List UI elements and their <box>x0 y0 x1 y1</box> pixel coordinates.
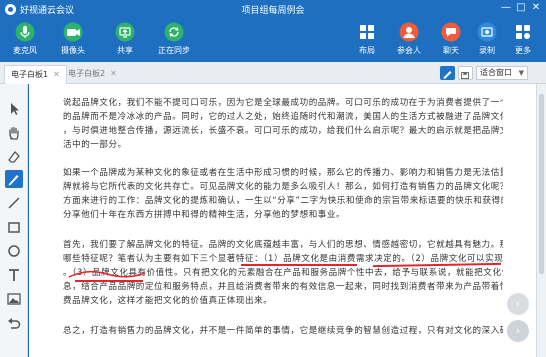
title-bar: 好视通云会议 项目组每周例会 — □ ✕ <box>0 0 546 18</box>
image-icon <box>7 293 21 305</box>
microphone-button[interactable]: 麦克风 <box>6 22 44 56</box>
undo-icon <box>8 318 21 329</box>
microphone-label: 麦克风 <box>13 46 37 55</box>
hand-icon <box>9 126 19 140</box>
pen-annotation-curve <box>68 270 146 278</box>
meeting-window: 好视通云会议 项目组每周例会 — □ ✕ 麦克风 摄像头 共享 正在同步 布局 … <box>0 0 546 357</box>
pen-icon <box>8 175 19 186</box>
sync-label: 正在同步 <box>158 46 190 55</box>
image-tool[interactable] <box>5 290 23 308</box>
text-line: 首先，我们要了解品牌文化的特征。品牌的文化底蕴越丰富，与人们的思想、情感越密切，… <box>63 240 503 250</box>
microphone-icon <box>15 22 35 42</box>
tab-whiteboard-1[interactable]: 电子白板1 ✕ <box>4 65 67 84</box>
view-tools: 适合窗口 ▼ <box>440 66 544 80</box>
record-button[interactable]: 录制 <box>468 22 506 56</box>
whiteboard-canvas[interactable]: 说起品牌文化，我们不能不提可口可乐，因为它是全球最成功的品牌。可口可乐的成功在于… <box>29 84 536 357</box>
text-line: 活中的一部分。 <box>63 140 127 150</box>
text-line: 牌就将与它所代表的文化共存亡。可见品牌文化的能力是多么吸引人！那么，如何打造有销… <box>63 182 503 192</box>
pen-annotation-underline <box>241 264 357 266</box>
text-line: 总之，打造有销售力的品牌文化，并不是一件简单的事情，它是继续竞争的智慧创造过程，… <box>63 326 503 336</box>
tab-label: 电子白板1 <box>11 70 49 79</box>
whiteboard-tab-bar: 电子白板1 ✕ 电子白板2 ✕ 适合窗口 ▼ <box>0 62 546 84</box>
vertical-scrollbar[interactable] <box>536 84 546 357</box>
text-line: 费品牌文化，这样才能把文化的价值真正体现出来。 <box>63 296 273 306</box>
text-line: 的品牌而不是冷冰冰的产品。同时，它的过人之处，始终追随时代和潮流，美国人的生活方… <box>63 112 503 122</box>
more-icon <box>513 22 533 42</box>
share-label: 共享 <box>117 46 133 55</box>
undo-tool[interactable] <box>5 314 23 332</box>
chevron-down-icon: ▼ <box>518 69 524 77</box>
page-down-icon[interactable]: › <box>507 320 529 342</box>
participants-button[interactable]: 参会人 <box>390 22 428 56</box>
text-line: 分享他们十年在东西方拼搏中和得的精神生活，分享他的梦想和事业。 <box>63 210 346 220</box>
ellipse-tool[interactable] <box>5 242 23 260</box>
eraser-tool[interactable] <box>5 148 23 166</box>
text-line: 如果一个品牌成为某种文化的象征或者在生活中形成习惯的时候，那么它的传播力、影响力… <box>63 168 503 178</box>
close-tab-icon[interactable]: ✕ <box>110 69 117 78</box>
more-button[interactable]: 更多 <box>504 22 542 56</box>
close-icon[interactable]: ✕ <box>530 2 542 14</box>
cursor-icon <box>11 103 19 115</box>
edit-icon[interactable] <box>440 66 455 80</box>
scrollbar-thumb[interactable] <box>539 94 544 274</box>
more-label: 更多 <box>515 46 531 55</box>
rectangle-icon <box>8 222 20 233</box>
save-icon[interactable] <box>458 66 473 80</box>
layout-label: 布局 <box>359 46 375 55</box>
line-icon <box>8 197 20 209</box>
annotation-toolbar <box>0 84 28 357</box>
ellipse-icon <box>8 245 20 257</box>
text-icon <box>9 269 19 281</box>
participants-label: 参会人 <box>397 46 421 55</box>
main-toolbar: 麦克风 摄像头 共享 正在同步 布局 参会人 聊天 录制 更多 <box>0 18 546 62</box>
camera-label: 摄像头 <box>61 46 85 55</box>
page-up-icon[interactable]: ‹ <box>507 293 529 315</box>
chat-button[interactable]: 聊天 <box>432 22 470 56</box>
record-icon <box>477 22 497 42</box>
share-icon <box>115 22 135 42</box>
paragraph-4: 总之，打造有销售力的品牌文化，并不是一件简单的事情，它是继续竞争的智慧创造过程，… <box>63 324 503 338</box>
participants-icon <box>399 22 419 42</box>
meeting-title: 项目组每周例会 <box>241 6 305 16</box>
camera-button[interactable]: 摄像头 <box>54 22 92 56</box>
pen-tool[interactable] <box>5 170 23 188</box>
layout-icon <box>357 22 377 42</box>
layout-button[interactable]: 布局 <box>348 22 386 56</box>
tab-label: 电子白板2 <box>68 69 106 78</box>
chat-icon <box>441 22 461 42</box>
camera-icon <box>63 22 83 42</box>
text-tool[interactable] <box>5 266 23 284</box>
line-tool[interactable] <box>5 194 23 212</box>
sync-button[interactable]: 正在同步 <box>152 22 196 56</box>
minimize-icon[interactable]: — <box>500 2 512 14</box>
tab-whiteboard-2[interactable]: 电子白板2 ✕ <box>62 65 123 84</box>
maximize-icon[interactable]: □ <box>515 2 527 14</box>
zoom-value: 适合窗口 <box>480 68 512 77</box>
close-tab-icon[interactable]: ✕ <box>53 70 60 79</box>
text-line: 息，结合产品品牌的定位和服务特点，并且给消费者带来的有效信息一起来，同时找到消费… <box>63 282 503 292</box>
chat-label: 聊天 <box>443 46 459 55</box>
paragraph-2: 如果一个品牌成为某种文化的象征或者在生活中形成习惯的时候，那么它的传播力、影响力… <box>63 166 503 222</box>
text-line: 说起品牌文化，我们不能不提可口可乐，因为它是全球最成功的品牌。可口可乐的成功在于… <box>63 98 503 108</box>
text-line: 方面来进行的工作：品牌文化的提炼和确认，一生以“分享”二字为快乐和使命的宗旨带来… <box>63 196 503 206</box>
pen-annotation-underline <box>75 280 143 282</box>
sync-icon <box>164 22 184 42</box>
eraser-icon <box>8 151 20 163</box>
zoom-select[interactable]: 适合窗口 ▼ <box>476 66 528 80</box>
record-label: 录制 <box>479 46 495 55</box>
share-button[interactable]: 共享 <box>106 22 144 56</box>
cursor-tool[interactable] <box>5 100 23 118</box>
hand-tool[interactable] <box>5 124 23 142</box>
paragraph-1: 说起品牌文化，我们不能不提可口可乐，因为它是全球最成功的品牌。可口可乐的成功在于… <box>63 96 503 152</box>
rectangle-tool[interactable] <box>5 218 23 236</box>
text-line: ，与时俱进地整合传播，源远流长，长盛不衰。可口可乐的成功，给我们什么启示呢？最大… <box>63 126 503 136</box>
